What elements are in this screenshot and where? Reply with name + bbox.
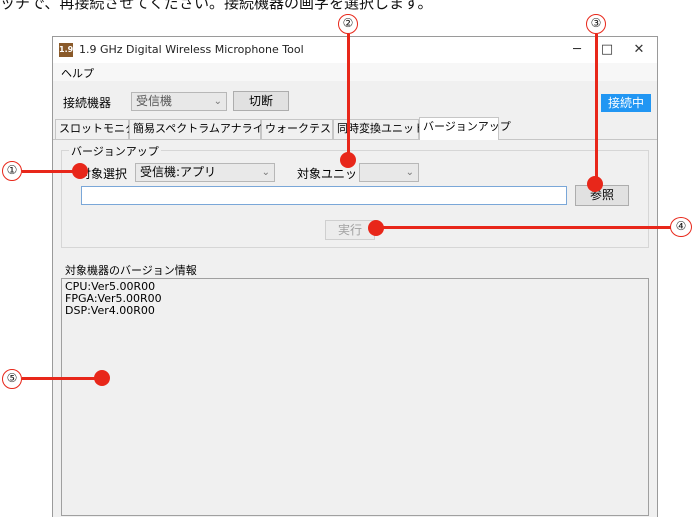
tab-slot-monitor[interactable]: スロットモニター <box>55 119 147 139</box>
tab-version-up[interactable]: バージョンアップ <box>419 117 511 140</box>
menu-bar: ヘルプ <box>53 63 657 81</box>
tab-conversion-unit[interactable]: 同時変換ユニット <box>333 119 425 139</box>
chevron-down-icon: ⌄ <box>261 167 270 178</box>
callout-4-line <box>380 226 672 229</box>
callout-2-line <box>347 34 350 158</box>
tab-bar: スロットモニター 簡易スペクトラムアナライザー ウォークテスト 同時変換ユニット… <box>53 117 657 140</box>
device-select[interactable]: 受信機 ⌄ <box>131 92 227 111</box>
disconnect-button[interactable]: 切断 <box>233 91 289 111</box>
target-select[interactable]: 受信機:アプリ ⌄ <box>135 163 275 182</box>
chevron-down-icon: ⌄ <box>213 96 222 107</box>
connection-status-badge: 接続中 <box>601 94 651 112</box>
tab-walk-test[interactable]: ウォークテスト <box>261 119 342 139</box>
callout-1-line <box>22 170 76 173</box>
title-bar: 1.9 1.9 GHz Digital Wireless Microphone … <box>53 37 657 63</box>
device-select-value: 受信機 <box>136 94 173 108</box>
callout-1: ① <box>2 161 22 181</box>
version-line-dsp: DSP:Ver4.00R00 <box>65 304 155 317</box>
tab-spectrum-analyzer[interactable]: 簡易スペクトラムアナライザー <box>129 119 286 139</box>
menu-help[interactable]: ヘルプ <box>61 65 94 81</box>
callout-5-line <box>22 377 98 380</box>
header-text: ッチで、再接続させてください。接続機器の画字を選択します。 <box>0 0 433 12</box>
callout-2-dot <box>340 152 356 168</box>
callout-2: ② <box>338 14 358 34</box>
minimize-button[interactable]: ─ <box>561 37 593 63</box>
app-window: 1.9 1.9 GHz Digital Wireless Microphone … <box>52 36 658 517</box>
version-up-panel: バージョンアップ 対象選択 受信機:アプリ ⌄ 対象ユニット ⌄ 参照 実行 対… <box>53 139 657 517</box>
callout-3-line <box>595 34 598 180</box>
version-info-box: CPU:Ver5.00R00 FPGA:Ver5.00R00 DSP:Ver4.… <box>61 278 649 516</box>
callout-3: ③ <box>586 14 606 34</box>
group-title: バージョンアップ <box>69 143 161 159</box>
callout-5: ⑤ <box>2 369 22 389</box>
browse-button[interactable]: 参照 <box>575 185 629 206</box>
file-path-input[interactable] <box>81 186 567 205</box>
window-title: 1.9 GHz Digital Wireless Microphone Tool <box>79 43 304 56</box>
version-info-label: 対象機器のバージョン情報 <box>65 264 197 277</box>
close-button[interactable]: ✕ <box>623 37 655 63</box>
callout-1-dot <box>72 163 88 179</box>
connection-label: 接続機器 <box>63 96 112 110</box>
target-unit-select[interactable]: ⌄ <box>359 163 419 182</box>
target-select-value: 受信機:アプリ <box>140 165 217 179</box>
callout-5-dot <box>94 370 110 386</box>
chevron-down-icon: ⌄ <box>405 167 414 178</box>
callout-4: ④ <box>670 217 692 237</box>
callout-3-dot <box>587 176 603 192</box>
app-icon: 1.9 <box>59 43 73 57</box>
